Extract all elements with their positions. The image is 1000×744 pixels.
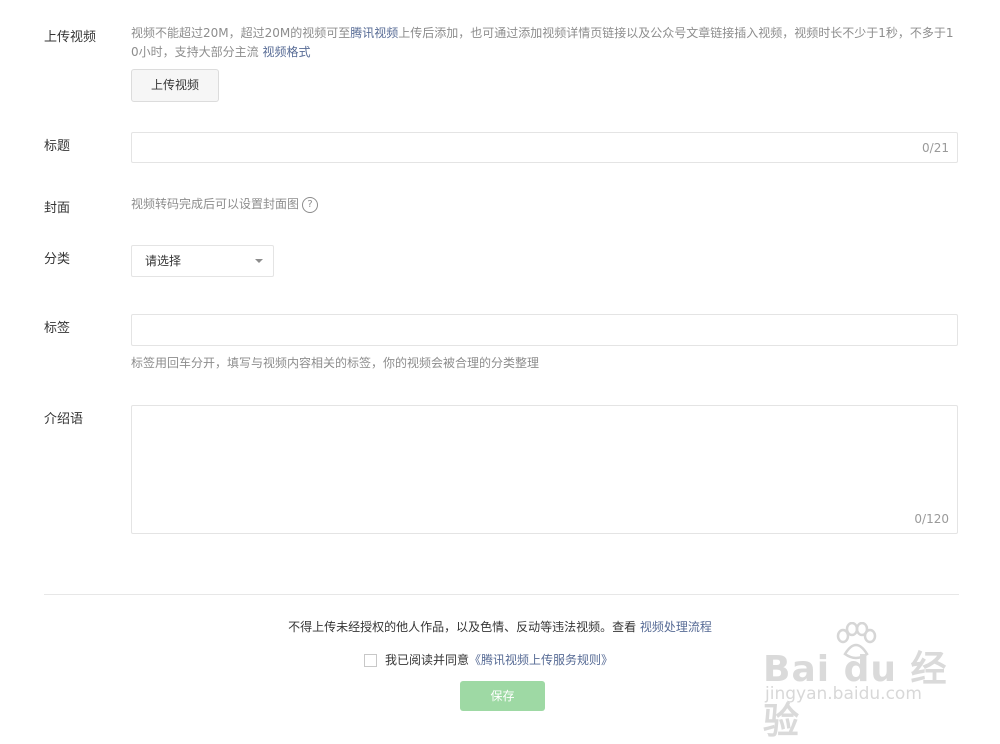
video-process-link[interactable]: 视频处理流程	[640, 620, 712, 634]
baidu-jingyan-watermark: Bai du 经验 jingyan.baidu.com	[763, 622, 953, 742]
chevron-down-icon	[255, 259, 263, 263]
cover-hint: 视频转码完成后可以设置封面图?	[131, 195, 319, 214]
category-select[interactable]: 请选择	[131, 245, 274, 277]
agreement-row: 我已阅读并同意《腾讯视频上传服务规则》	[364, 651, 613, 668]
cover-hint-text: 视频转码完成后可以设置封面图	[131, 197, 300, 211]
upload-hint-text-3: 0小时，支持大部分主流	[131, 45, 263, 59]
tags-hint: 标签用回车分开，填写与视频内容相关的标签，你的视频会被合理的分类整理	[131, 356, 540, 370]
video-format-link[interactable]: 视频格式	[262, 45, 310, 59]
cover-label: 封面	[44, 201, 71, 216]
footer-divider	[44, 594, 959, 595]
category-selected-value: 请选择	[145, 254, 182, 268]
intro-label: 介绍语	[44, 412, 84, 427]
tags-input[interactable]	[131, 314, 958, 346]
upload-video-label: 上传视频	[44, 30, 97, 45]
title-input[interactable]: 0/21	[131, 132, 958, 163]
help-icon[interactable]: ?	[302, 196, 319, 213]
notice-text: 不得上传未经授权的他人作品，以及色情、反动等违法视频。查看	[288, 620, 640, 634]
upload-hint-text-1: 视频不能超过20M，超过20M的视频可至	[131, 26, 351, 40]
category-label: 分类	[44, 252, 71, 267]
agree-checkbox[interactable]	[364, 654, 377, 667]
intro-textarea[interactable]: 0/120	[131, 405, 958, 534]
service-rules-link[interactable]: 《腾讯视频上传服务规则》	[469, 653, 613, 667]
title-label: 标题	[44, 139, 71, 154]
save-button[interactable]: 保存	[460, 681, 545, 711]
agree-text: 我已阅读并同意	[385, 653, 470, 667]
upload-video-button[interactable]: 上传视频	[131, 69, 219, 102]
upload-hint: 视频不能超过20M，超过20M的视频可至腾讯视频上传后添加，也可通过添加视频详情…	[131, 24, 961, 62]
intro-counter: 0/120	[914, 512, 949, 526]
tencent-video-link[interactable]: 腾讯视频	[350, 26, 398, 40]
upload-hint-text-2: 上传后添加，也可通过添加视频详情页链接以及公众号文章链接插入视频，视频时长不少于…	[398, 26, 954, 40]
title-counter: 0/21	[922, 141, 949, 155]
tags-label: 标签	[44, 321, 71, 336]
watermark-url: jingyan.baidu.com	[765, 684, 922, 704]
